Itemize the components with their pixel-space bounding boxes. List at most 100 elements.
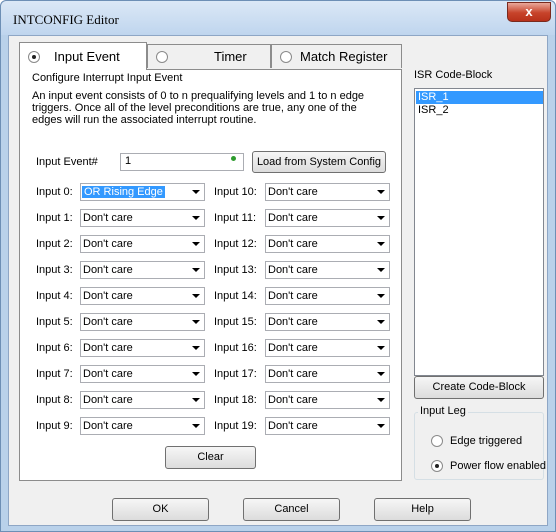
edge-triggered-label: Edge triggered <box>450 435 523 447</box>
input-4-select[interactable]: Don't care <box>80 287 205 305</box>
input-2-value: Don't care <box>83 238 133 250</box>
input-event-label: Input Event# <box>36 156 98 168</box>
chevron-down-icon[interactable] <box>188 340 204 356</box>
chevron-down-icon[interactable] <box>188 236 204 252</box>
load-from-system-config-button[interactable]: Load from System Config <box>252 151 386 173</box>
edge-triggered-radio[interactable] <box>431 435 443 447</box>
window-title: INTCONFIG Editor <box>13 12 119 27</box>
input-12-value: Don't care <box>268 238 318 250</box>
input-11-select[interactable]: Don't care <box>265 209 390 227</box>
tab-match-register[interactable]: Match Register <box>271 44 402 68</box>
input-16-label: Input 16: <box>214 342 257 354</box>
input-3-value: Don't care <box>83 264 133 276</box>
isr-code-block-list[interactable]: ISR_1 ISR_2 <box>414 88 544 376</box>
chevron-down-icon[interactable] <box>188 314 204 330</box>
chevron-down-icon[interactable] <box>373 262 389 278</box>
chevron-down-icon[interactable] <box>188 288 204 304</box>
input-18-label: Input 18: <box>214 394 257 406</box>
tab-timer[interactable]: Timer <box>147 44 271 68</box>
dialog-client-area: Input Event Timer Match Register Configu… <box>8 35 548 526</box>
input-17-select[interactable]: Don't care <box>265 365 390 383</box>
edge-triggered-option[interactable]: Edge triggered <box>431 435 522 447</box>
input-13-label: Input 13: <box>214 264 257 276</box>
cancel-button[interactable]: Cancel <box>243 498 340 521</box>
input-11-label: Input 11: <box>214 212 256 224</box>
input-4-label: Input 4: <box>36 290 73 302</box>
input-15-value: Don't care <box>268 316 318 328</box>
tab-timer-radio[interactable] <box>156 50 168 63</box>
chevron-down-icon[interactable] <box>188 366 204 382</box>
input-7-label: Input 7: <box>36 368 73 380</box>
ok-button[interactable]: OK <box>112 498 209 521</box>
panel-description: An input event consists of 0 to n prequa… <box>32 90 365 126</box>
input-8-select[interactable]: Don't care <box>80 391 205 409</box>
chevron-down-icon[interactable] <box>373 288 389 304</box>
input-leg-label: Input Leg <box>418 405 468 417</box>
help-button[interactable]: Help <box>374 498 471 521</box>
input-9-select[interactable]: Don't care <box>80 417 205 435</box>
input-event-field[interactable]: 1 <box>120 153 244 171</box>
input-1-select[interactable]: Don't care <box>80 209 205 227</box>
input-7-select[interactable]: Don't care <box>80 365 205 383</box>
chevron-down-icon[interactable] <box>373 340 389 356</box>
input-3-select[interactable]: Don't care <box>80 261 205 279</box>
chevron-down-icon[interactable] <box>373 184 389 200</box>
input-0-value: OR Rising Edge <box>82 186 165 198</box>
chevron-down-icon[interactable] <box>373 366 389 382</box>
input-10-label: Input 10: <box>214 186 257 198</box>
tab-timer-label: Timer <box>214 49 247 64</box>
input-18-select[interactable]: Don't care <box>265 391 390 409</box>
list-item[interactable]: ISR_1 <box>416 91 543 104</box>
input-12-select[interactable]: Don't care <box>265 235 390 253</box>
input-0-label: Input 0: <box>36 186 73 198</box>
chevron-down-icon[interactable] <box>373 236 389 252</box>
chevron-down-icon[interactable] <box>373 392 389 408</box>
input-event-panel: Configure Interrupt Input Event An input… <box>19 69 402 481</box>
input-17-value: Don't care <box>268 368 318 380</box>
close-icon[interactable]: x <box>525 4 532 19</box>
input-2-label: Input 2: <box>36 238 73 250</box>
power-flow-enabled-radio[interactable] <box>431 460 443 472</box>
chevron-down-icon[interactable] <box>188 184 204 200</box>
chevron-down-icon[interactable] <box>188 418 204 434</box>
input-0-select[interactable]: OR Rising Edge <box>80 183 205 201</box>
input-event-value: 1 <box>125 155 132 167</box>
chevron-down-icon[interactable] <box>373 210 389 226</box>
input-1-label: Input 1: <box>36 212 73 224</box>
input-10-value: Don't care <box>268 186 318 198</box>
tab-input-event-radio[interactable] <box>28 50 40 63</box>
list-item[interactable]: ISR_2 <box>416 104 543 117</box>
input-13-value: Don't care <box>268 264 318 276</box>
title-bar[interactable]: INTCONFIG Editor x <box>1 1 555 35</box>
panel-heading: Configure Interrupt Input Event <box>32 72 183 84</box>
chevron-down-icon[interactable] <box>373 418 389 434</box>
isr-code-block-label: ISR Code-Block <box>414 69 493 81</box>
clear-button[interactable]: Clear <box>165 446 256 469</box>
input-10-select[interactable]: Don't care <box>265 183 390 201</box>
input-2-select[interactable]: Don't care <box>80 235 205 253</box>
status-indicator-icon <box>231 156 236 161</box>
chevron-down-icon[interactable] <box>188 262 204 278</box>
chevron-down-icon[interactable] <box>188 392 204 408</box>
tab-match-register-label: Match Register <box>300 49 388 64</box>
input-4-value: Don't care <box>83 290 133 302</box>
chevron-down-icon[interactable] <box>373 314 389 330</box>
create-code-block-button[interactable]: Create Code-Block <box>414 376 544 399</box>
input-8-value: Don't care <box>83 394 133 406</box>
input-19-select[interactable]: Don't care <box>265 417 390 435</box>
input-13-select[interactable]: Don't care <box>265 261 390 279</box>
input-15-select[interactable]: Don't care <box>265 313 390 331</box>
tab-match-register-radio[interactable] <box>280 50 292 63</box>
input-1-value: Don't care <box>83 212 133 224</box>
input-5-select[interactable]: Don't care <box>80 313 205 331</box>
input-14-select[interactable]: Don't care <box>265 287 390 305</box>
input-12-label: Input 12: <box>214 238 257 250</box>
input-18-value: Don't care <box>268 394 318 406</box>
power-flow-enabled-option[interactable]: Power flow enabled <box>431 460 546 472</box>
chevron-down-icon[interactable] <box>188 210 204 226</box>
close-button[interactable]: x <box>507 2 551 22</box>
input-8-label: Input 8: <box>36 394 73 406</box>
input-6-select[interactable]: Don't care <box>80 339 205 357</box>
tab-input-event[interactable]: Input Event <box>19 42 147 70</box>
input-16-select[interactable]: Don't care <box>265 339 390 357</box>
